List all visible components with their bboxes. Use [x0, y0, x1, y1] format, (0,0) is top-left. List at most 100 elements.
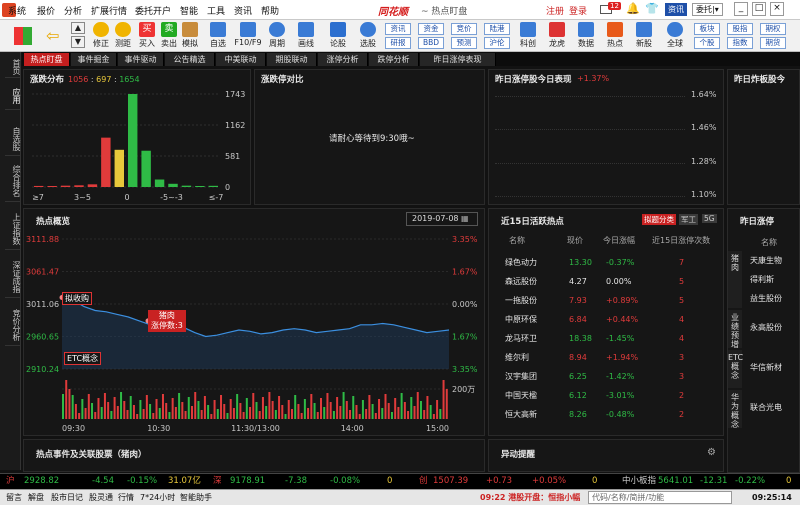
- category-label[interactable]: 猪肉: [728, 251, 742, 308]
- grid-icon[interactable]: [14, 27, 32, 45]
- menu-item-smart[interactable]: 智能: [180, 4, 198, 17]
- table-row[interactable]: 中国天楹 6.12 -3.01% 2: [489, 386, 724, 405]
- tag-etc[interactable]: ETC概念: [64, 352, 102, 365]
- auction-button[interactable]: 竞价: [451, 23, 477, 35]
- ipo-button[interactable]: 新股: [631, 22, 657, 50]
- bottom-stock-link[interactable]: 股灵通: [89, 490, 113, 505]
- bottom-assistant[interactable]: 智能助手: [180, 490, 212, 505]
- search-input[interactable]: 代码/名称/简拼/功能: [588, 491, 732, 504]
- stock-picker-button[interactable]: 选股: [355, 22, 381, 50]
- register-link[interactable]: 注册: [546, 4, 564, 17]
- bottom-message[interactable]: 留言: [6, 490, 22, 505]
- skin-icon[interactable]: 👕: [645, 2, 659, 15]
- leftnav-auction[interactable]: 竞价分析: [5, 304, 21, 346]
- menu-item-news[interactable]: 资讯: [234, 4, 252, 17]
- tab-event-mining[interactable]: 事件掘金: [71, 53, 117, 66]
- tab-futures-link[interactable]: 期股联动: [267, 53, 317, 66]
- tab-limit-down[interactable]: 跌停分析: [369, 53, 419, 66]
- list-item[interactable]: 得利斯: [750, 274, 774, 285]
- global-button[interactable]: 全球: [662, 22, 688, 50]
- leftnav-ranking[interactable]: 综合排名: [5, 160, 21, 202]
- bottom-quotes[interactable]: 行情: [118, 490, 134, 505]
- zx-label[interactable]: 中小板指: [622, 474, 656, 489]
- category-label[interactable]: 业绩预增: [728, 310, 742, 349]
- period-button[interactable]: 周期: [264, 22, 290, 50]
- star-market-button[interactable]: 科创: [515, 22, 541, 50]
- table-row[interactable]: 维尔利 8.94 +1.94% 3: [489, 348, 724, 367]
- futures-button[interactable]: 期货: [760, 37, 786, 49]
- sh-london-button[interactable]: 沪伦: [484, 37, 510, 49]
- index-futures-button[interactable]: 股指: [727, 23, 753, 35]
- settings-gear-icon[interactable]: ⚙: [707, 447, 716, 458]
- menu-item-quote[interactable]: 报价: [37, 4, 55, 17]
- stock-forum-button[interactable]: 论股: [325, 22, 351, 50]
- bbd-button[interactable]: BBD: [418, 37, 444, 49]
- table-row[interactable]: 森远股份 4.27 0.00% 5: [489, 272, 724, 291]
- tab-sino-us[interactable]: 中美联动: [216, 53, 266, 66]
- table-row[interactable]: 汉宇集团 6.25 -1.42% 3: [489, 367, 724, 386]
- category-label[interactable]: 华为概念: [728, 390, 742, 429]
- sz-label[interactable]: 深: [213, 474, 222, 489]
- category-label[interactable]: ETC概念: [728, 350, 743, 388]
- sh-label[interactable]: 沪: [6, 474, 15, 489]
- measure-button[interactable]: 测距: [110, 22, 136, 50]
- close-icon[interactable]: ×: [770, 2, 784, 16]
- list-item[interactable]: 联合光电: [750, 402, 782, 413]
- fund-button[interactable]: 资金: [418, 23, 444, 35]
- list-item[interactable]: 天康生物: [750, 255, 782, 266]
- info-button[interactable]: 资讯: [385, 23, 411, 35]
- simulate-button[interactable]: 模拟: [177, 22, 203, 50]
- menu-item-tools[interactable]: 工具: [207, 4, 225, 17]
- table-row[interactable]: 中原环保 6.84 +0.44% 4: [489, 310, 724, 329]
- list-item[interactable]: 益生股份: [750, 293, 782, 304]
- hot15-tab-military[interactable]: 军工: [679, 214, 698, 225]
- table-row[interactable]: 恒大高新 8.26 -0.48% 2: [489, 405, 724, 424]
- bell-icon[interactable]: 🔔: [626, 2, 640, 15]
- bottom-diary[interactable]: 股市日记: [51, 490, 83, 505]
- bottom-commentary[interactable]: 解盘: [28, 490, 44, 505]
- up-arrow-icon[interactable]: ▲: [71, 22, 85, 34]
- cy-label[interactable]: 创: [419, 474, 428, 489]
- back-arrow-icon[interactable]: ⇦: [46, 26, 59, 45]
- down-arrow-icon[interactable]: ▼: [71, 36, 85, 48]
- login-link[interactable]: 登录: [569, 4, 587, 17]
- table-row[interactable]: 绿色动力 13.30 -0.37% 7: [489, 253, 724, 272]
- maximize-icon[interactable]: □: [752, 2, 766, 16]
- menu-item-trade[interactable]: 委托开户: [135, 4, 171, 17]
- tab-limit-up[interactable]: 涨停分析: [318, 53, 368, 66]
- table-row[interactable]: 龙马环卫 18.38 -1.45% 4: [489, 329, 724, 348]
- hot15-tab-category[interactable]: 拟题分类: [642, 214, 676, 225]
- stock-button[interactable]: 个股: [694, 37, 720, 49]
- index-button[interactable]: 指数: [727, 37, 753, 49]
- menu-item-help[interactable]: 帮助: [261, 4, 279, 17]
- trade-button[interactable]: 委托|▾: [692, 3, 723, 16]
- list-item[interactable]: 永高股份: [750, 322, 782, 333]
- hot15-tab-5g[interactable]: 5G: [702, 214, 717, 223]
- menu-item-system[interactable]: 系统: [8, 4, 26, 17]
- options-button[interactable]: 期权: [760, 23, 786, 35]
- sector-button[interactable]: 板块: [694, 23, 720, 35]
- leftnav-apps[interactable]: 应用: [5, 82, 21, 110]
- forecast-button[interactable]: 预测: [451, 37, 477, 49]
- tag-acquisition[interactable]: 拟收购: [62, 292, 92, 305]
- list-item[interactable]: 华信新材: [750, 362, 782, 373]
- leftnav-watchlist[interactable]: 自选股: [5, 122, 21, 156]
- hotspot-button[interactable]: 热点: [602, 22, 628, 50]
- watchlist-button[interactable]: 自选: [205, 22, 231, 50]
- minimize-icon[interactable]: _: [734, 2, 748, 16]
- bottom-247[interactable]: 7*24小时: [140, 490, 175, 505]
- tab-hotspot[interactable]: 热点盯盘: [24, 53, 70, 66]
- f10-button[interactable]: F10/F9: [233, 22, 263, 50]
- tab-event-driven[interactable]: 事件驱动: [118, 53, 164, 66]
- data-button[interactable]: 数据: [573, 22, 599, 50]
- tag-pork[interactable]: 猪肉 涨停数:3: [148, 310, 186, 332]
- hk-connect-button[interactable]: 陆港: [484, 23, 510, 35]
- dragon-tiger-button[interactable]: 龙虎: [544, 22, 570, 50]
- tab-announcements[interactable]: 公告精选: [165, 53, 215, 66]
- news-ticker[interactable]: 09:22 港股开盘：恒指小幅: [480, 490, 580, 505]
- draw-line-button[interactable]: 画线: [293, 22, 319, 50]
- tab-yesterday-limit[interactable]: 昨日涨停表现: [420, 53, 496, 66]
- leftnav-sz-index[interactable]: 深证成指: [5, 256, 21, 298]
- leftnav-home[interactable]: 首页: [5, 56, 21, 78]
- menu-item-analysis[interactable]: 分析: [64, 4, 82, 17]
